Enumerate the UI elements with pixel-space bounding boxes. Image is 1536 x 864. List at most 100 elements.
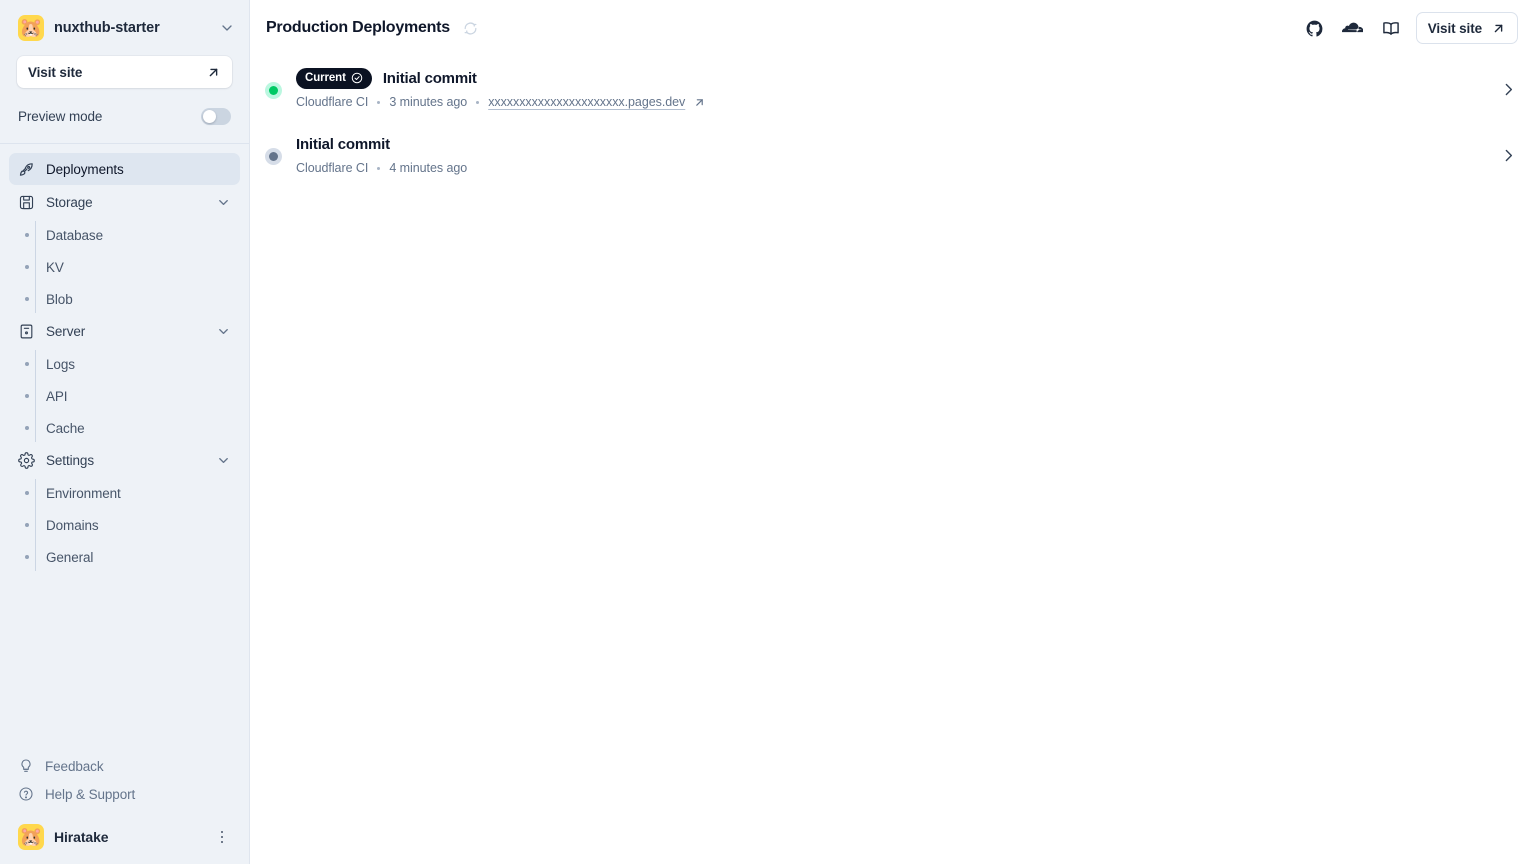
sidebar-item-storage[interactable]: Storage [9,186,240,218]
gear-icon [18,451,35,469]
sidebar-divider [0,143,249,144]
check-circle-icon [351,72,363,84]
top-bar-actions: Visit site [1300,12,1518,44]
sidebar-item-cache[interactable]: Cache [9,412,240,444]
preview-mode-label: Preview mode [18,108,103,124]
bullet-icon [18,523,35,527]
sidebar-visit-site-label: Visit site [28,64,83,80]
meta-separator [476,100,480,104]
visit-site-button[interactable]: Visit site [1415,12,1518,44]
chevron-down-icon[interactable] [216,324,231,339]
sidebar-item-domains[interactable]: Domains [9,509,240,541]
main-content: Production Deployments Visit site Curren… [250,0,1536,864]
sidebar-item-database[interactable]: Database [9,219,240,251]
sidebar-item-label: Settings [46,452,94,468]
sidebar-subitem-label: Environment [46,485,121,501]
refresh-icon[interactable] [458,15,484,41]
sidebar-subitem-label: Cache [46,420,85,436]
status-indicator [250,146,296,165]
deployment-title: Initial commit [382,69,477,87]
sidebar-item-server[interactable]: Server [9,315,240,347]
server-icon [18,323,35,340]
meta-separator [377,100,381,104]
status-indicator [250,80,296,99]
deployment-source: Cloudflare CI [296,95,369,109]
deployment-url-link[interactable]: xxxxxxxxxxxxxxxxxxxxxx.pages.dev [488,95,685,109]
user-avatar: 🐹 [18,824,44,850]
table-row[interactable]: Initial commit Cloudflare CI 4 minutes a… [250,122,1536,188]
chevron-down-icon[interactable] [216,453,231,468]
deployment-time: 4 minutes ago [389,161,468,175]
status-badge: Current [296,67,372,89]
chevron-right-icon[interactable] [1498,145,1518,165]
sidebar-footer-label: Feedback [45,758,104,774]
arrow-up-right-icon [1491,21,1506,36]
sidebar-item-kv[interactable]: KV [9,251,240,283]
deployment-meta-row: Cloudflare CI 3 minutes ago xxxxxxxxxxxx… [296,93,1498,111]
page-title: Production Deployments [266,19,450,36]
database-save-icon [18,194,35,211]
chevron-down-icon [219,20,235,36]
sidebar-item-settings[interactable]: Settings [9,444,240,476]
team-switcher[interactable]: 🐹 nuxthub-starter [0,0,249,56]
github-icon[interactable] [1300,13,1330,43]
chevron-right-icon[interactable] [1498,79,1518,99]
deployment-details: Initial commit Cloudflare CI 4 minutes a… [296,133,1498,177]
sidebar-item-general[interactable]: General [9,541,240,573]
sidebar-item-label: Storage [46,194,93,210]
app-root: 🐹 nuxthub-starter Visit site Preview mod… [0,0,1536,864]
team-name: nuxthub-starter [54,20,160,36]
sidebar-footer-label: Help & Support [45,786,136,802]
bullet-icon [18,555,35,559]
sidebar-nav: Deployments Storage Database KV Blob Ser… [0,153,249,752]
sidebar-visit-site-wrap: Visit site [0,56,249,88]
status-dot-success [264,81,282,99]
rocket-icon [18,161,35,178]
book-docs-icon[interactable] [1376,13,1406,43]
sidebar-item-help-support[interactable]: Help & Support [9,780,240,808]
table-row[interactable]: Current Initial commit Cloudflare CI 3 m… [250,56,1536,122]
sidebar-item-label: Server [46,323,86,339]
bullet-icon [18,233,35,237]
sidebar-item-deployments[interactable]: Deployments [9,153,240,185]
cloudflare-icon[interactable] [1338,13,1368,43]
lightbulb-icon [18,758,34,774]
preview-mode-row: Preview mode [0,96,249,136]
sidebar-visit-site-button[interactable]: Visit site [17,56,232,88]
visit-site-label: Visit site [1427,20,1482,36]
sidebar-item-feedback[interactable]: Feedback [9,752,240,780]
sidebar-item-logs[interactable]: Logs [9,348,240,380]
sidebar-subitem-label: General [46,549,94,565]
deployments-list: Current Initial commit Cloudflare CI 3 m… [250,56,1536,864]
toggle-knob [203,109,216,123]
meta-separator [377,166,381,170]
chevron-down-icon[interactable] [216,195,231,210]
preview-mode-toggle[interactable] [201,107,231,125]
sidebar-subitem-label: Blob [46,291,73,307]
sidebar-subitem-label: API [46,388,68,404]
kebab-menu-icon[interactable] [213,828,231,846]
deployment-details: Current Initial commit Cloudflare CI 3 m… [296,67,1498,111]
sidebar-item-environment[interactable]: Environment [9,477,240,509]
bullet-icon [18,265,35,269]
deployment-title-row: Initial commit [296,133,1498,155]
deployment-time: 3 minutes ago [389,95,468,109]
arrow-up-right-icon[interactable] [693,96,706,109]
sidebar-subitem-label: Domains [46,517,99,533]
status-dot-inactive [264,147,282,165]
user-menu[interactable]: 🐹 Hiratake [9,818,240,856]
sidebar-item-blob[interactable]: Blob [9,283,240,315]
sidebar-subitem-label: Database [46,227,103,243]
sidebar-subnav-storage: Database KV Blob [9,219,240,315]
sidebar-item-api[interactable]: API [9,380,240,412]
team-avatar: 🐹 [18,15,44,41]
question-circle-icon [18,786,34,802]
deployment-source: Cloudflare CI [296,161,369,175]
bullet-icon [18,426,35,430]
bullet-icon [18,362,35,366]
deployment-title: Initial commit [296,135,390,153]
status-badge-label: Current [305,72,346,84]
bullet-icon [18,297,35,301]
sidebar-subnav-settings: Environment Domains General [9,477,240,573]
user-name: Hiratake [54,829,109,845]
